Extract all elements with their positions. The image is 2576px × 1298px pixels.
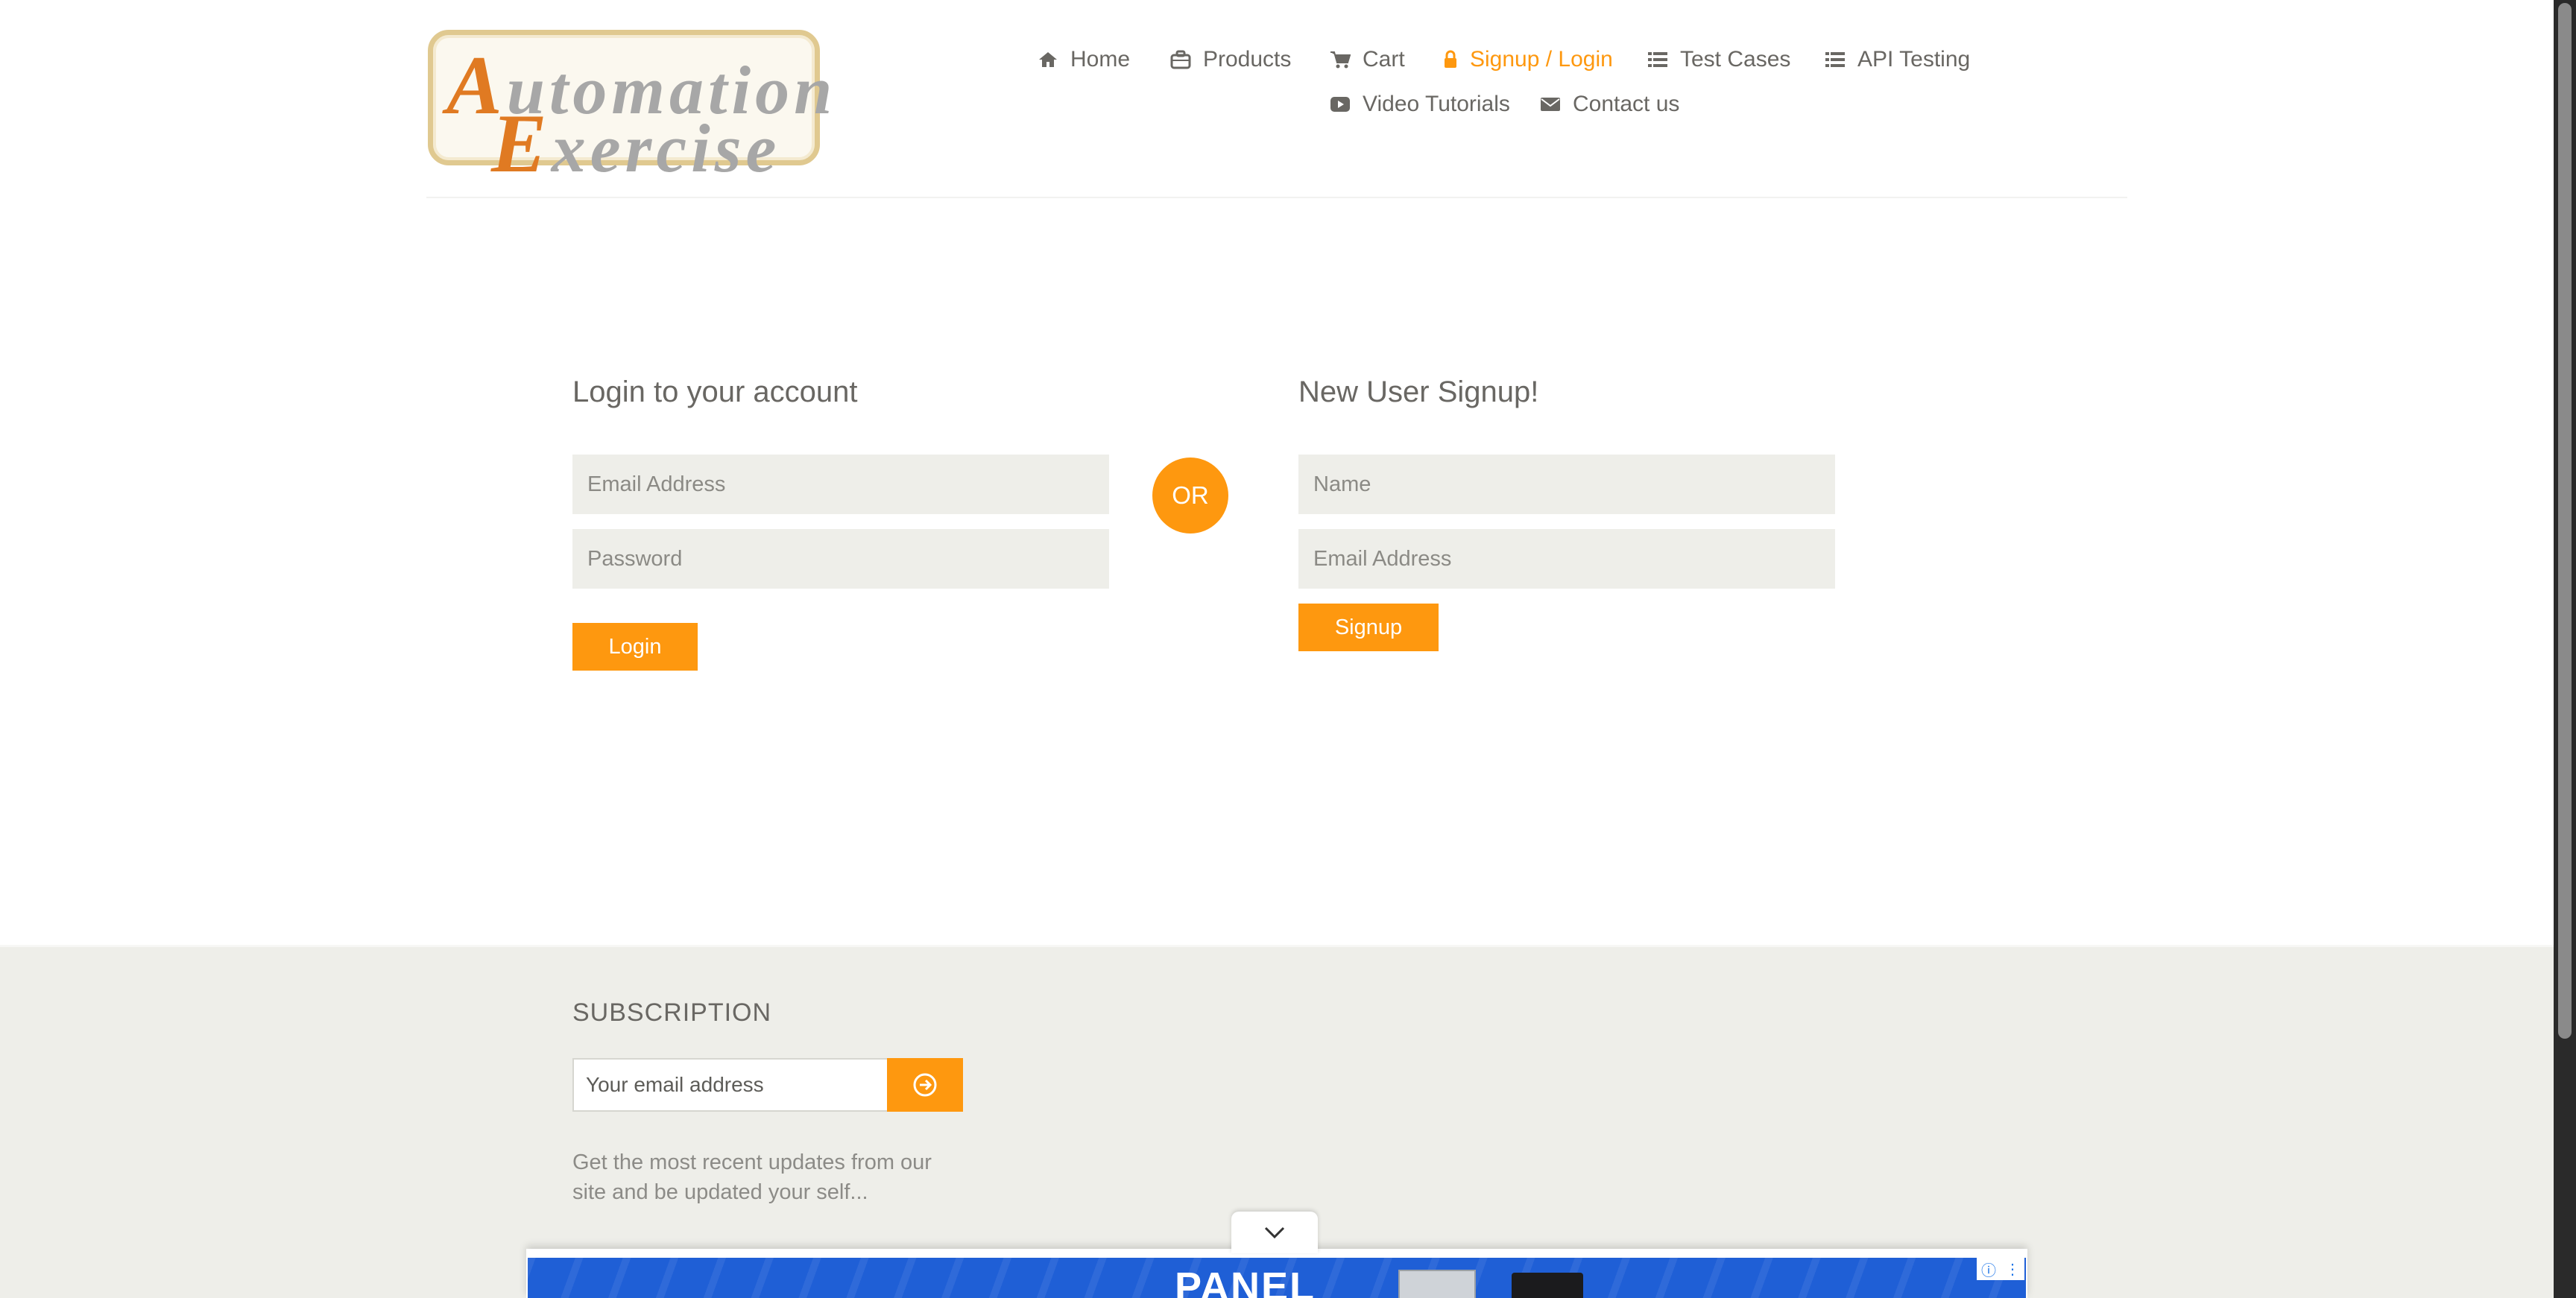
nav-label: Signup / Login [1470, 47, 1613, 72]
signup-name-input[interactable] [1298, 455, 1835, 514]
nav-label: Cart [1363, 47, 1405, 72]
login-password-input[interactable] [572, 529, 1109, 589]
header-divider [426, 197, 2127, 198]
envelope-icon [1541, 98, 1560, 111]
nav-signup-login[interactable]: Signup / Login [1443, 45, 1613, 75]
ad-text: PANEL [1175, 1264, 1316, 1298]
more-options-icon[interactable]: ⋮ [2005, 1260, 2020, 1279]
nav-label: Contact us [1573, 92, 1680, 116]
ad-device-image [1398, 1270, 1476, 1298]
nav-products[interactable]: Products [1170, 45, 1291, 75]
login-title: Login to your account [572, 376, 858, 408]
list-icon [1825, 52, 1845, 67]
chevron-down-icon [1264, 1226, 1285, 1239]
nav-home[interactable]: Home [1038, 45, 1130, 75]
nav-video-tutorials[interactable]: Video Tutorials [1330, 89, 1510, 119]
ad-image[interactable]: PANEL [528, 1258, 2026, 1298]
nav-contact-us[interactable]: Contact us [1540, 89, 1679, 119]
nav-label: Products [1203, 47, 1292, 72]
youtube-play-icon [1330, 97, 1350, 112]
or-divider-badge: OR [1152, 458, 1228, 534]
login-button[interactable]: Login [572, 623, 698, 671]
nav-label: Home [1070, 47, 1131, 72]
subscription-title: SUBSCRIPTION [572, 998, 772, 1027]
ad-choices[interactable]: ⓘ ⋮ [1977, 1258, 2024, 1280]
logo-line-2: Exercise [491, 98, 781, 190]
signup-email-input[interactable] [1298, 529, 1835, 589]
list-icon [1648, 52, 1667, 67]
nav-label: API Testing [1857, 47, 1971, 72]
subscription-email-input[interactable] [572, 1058, 888, 1112]
scrollbar-thumb[interactable] [2558, 3, 2572, 1039]
info-icon[interactable]: ⓘ [1981, 1259, 1996, 1280]
nav-label: Video Tutorials [1363, 92, 1510, 116]
subscription-description: Get the most recent updates from our sit… [572, 1150, 932, 1204]
signup-button[interactable]: Signup [1298, 604, 1439, 651]
home-icon [1039, 52, 1057, 67]
nav-test-cases[interactable]: Test Cases [1647, 45, 1790, 75]
cart-icon [1330, 51, 1351, 69]
arrow-circle-right-icon [913, 1073, 937, 1097]
ad-collapse-button[interactable] [1231, 1212, 1318, 1253]
subscribe-button[interactable] [887, 1058, 963, 1112]
ad-device-image [1512, 1273, 1583, 1298]
nav-cart[interactable]: Cart [1330, 45, 1405, 75]
signup-title: New User Signup! [1298, 376, 1539, 408]
briefcase-icon [1170, 50, 1191, 69]
lock-icon [1445, 50, 1456, 68]
site-logo[interactable]: Automation Exercise [428, 30, 832, 186]
nav-api-testing[interactable]: API Testing [1825, 45, 1970, 75]
nav-label: Test Cases [1680, 47, 1791, 72]
login-email-input[interactable] [572, 455, 1109, 514]
